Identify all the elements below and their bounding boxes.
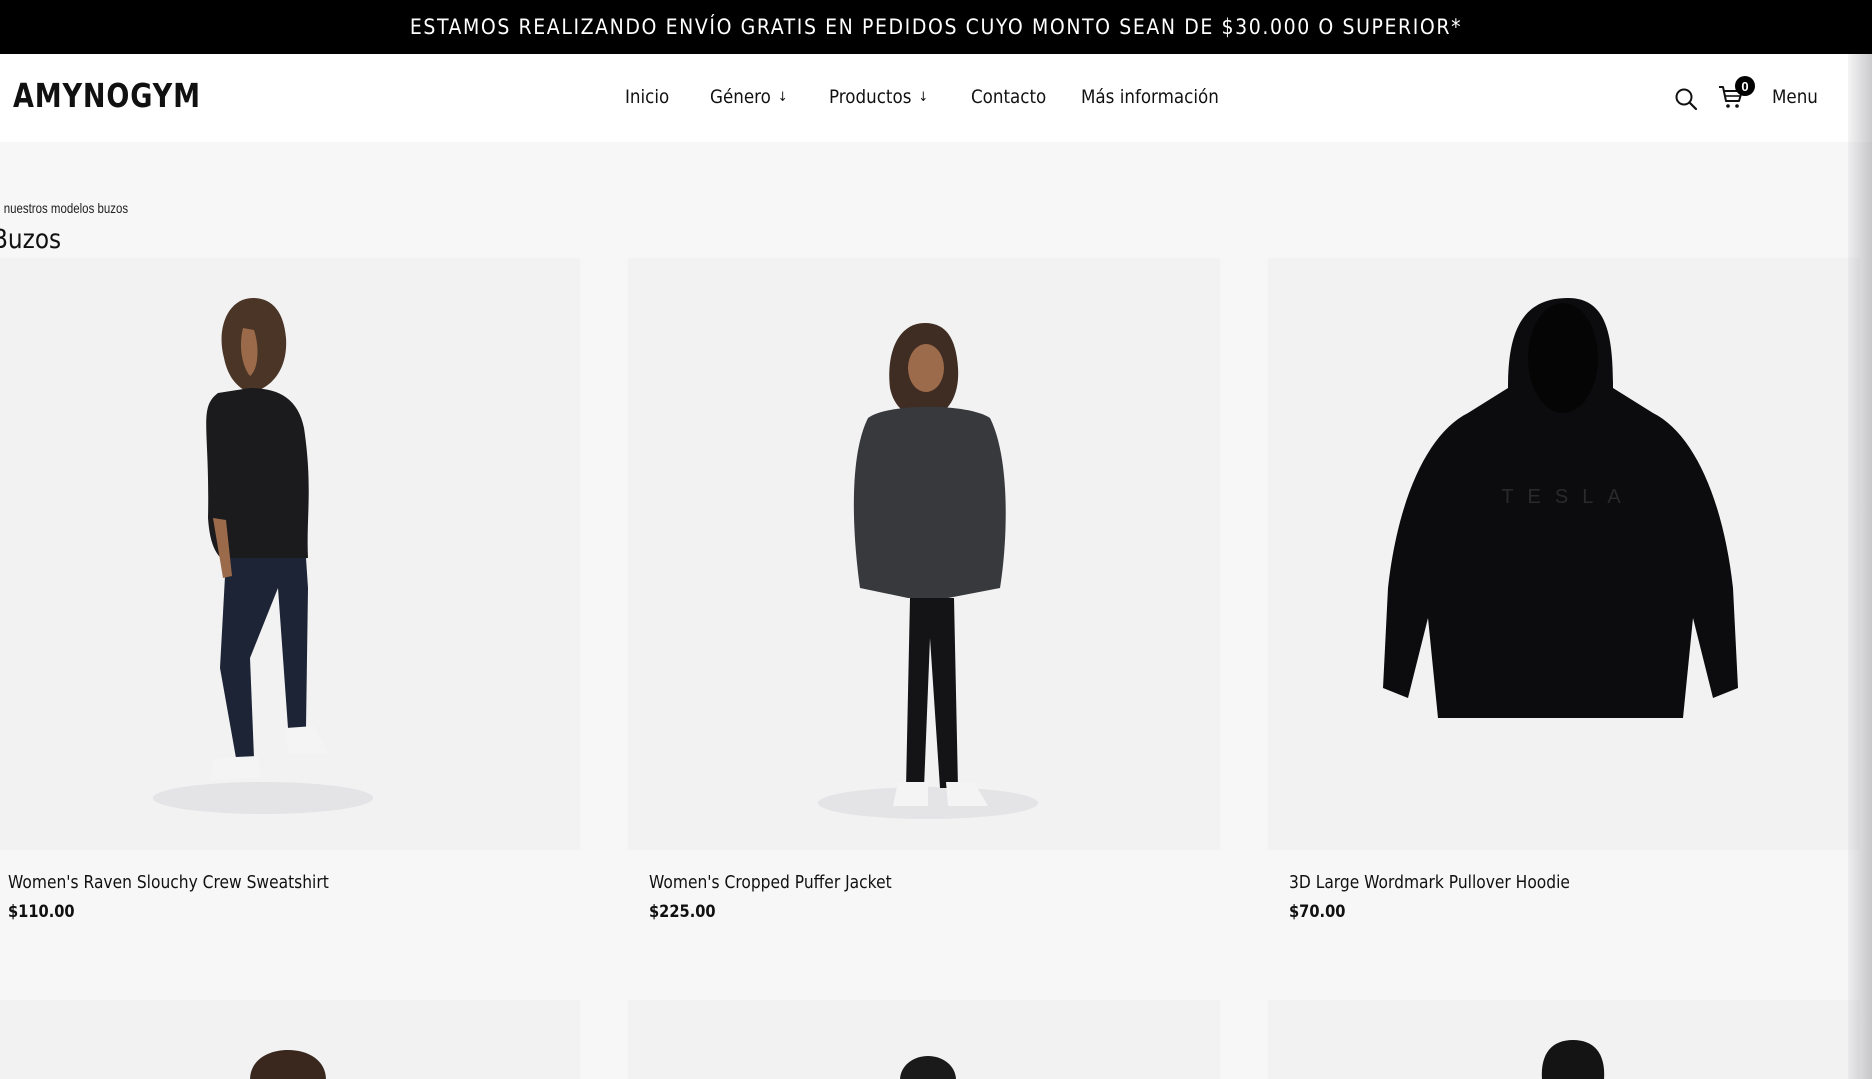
product-image[interactable]: [1268, 1000, 1860, 1079]
announcement-text: ESTAMOS REALIZANDO ENVÍO GRATIS EN PEDID…: [409, 15, 1463, 39]
product-photo-hoodie: TESLA: [1383, 298, 1738, 718]
product-name[interactable]: Women's Cropped Puffer Jacket: [649, 872, 892, 893]
nav-label: Más información: [1081, 86, 1219, 108]
page-title: Buzos: [0, 224, 62, 255]
product-price: $110.00: [8, 902, 75, 922]
nav-mas-informacion[interactable]: Más información: [1081, 86, 1219, 108]
hoodie-print: TESLA: [1501, 486, 1634, 508]
nav-productos[interactable]: Productos ↓: [829, 86, 928, 108]
product-image[interactable]: [628, 1000, 1220, 1079]
product-price: $225.00: [649, 902, 716, 922]
nav-inicio[interactable]: Inicio: [625, 86, 669, 108]
chevron-down-icon: ↓: [918, 89, 929, 105]
product-photo-woman-sweatshirt: [153, 298, 373, 814]
nav-label: Inicio: [625, 86, 670, 108]
product-name[interactable]: Women's Raven Slouchy Crew Sweatshirt: [8, 872, 329, 893]
nav-label: Género: [710, 86, 771, 108]
product-image[interactable]: [628, 258, 1220, 850]
product-photo-partial: [1541, 1040, 1605, 1079]
nav-label: Contacto: [971, 86, 1047, 108]
nav-label: Productos: [829, 86, 912, 108]
section-subtitle: das nuestros modelos buzos: [0, 200, 129, 216]
product-photo-woman-puffer: [818, 323, 1038, 819]
cart-count-badge: 0: [1735, 76, 1755, 96]
product-image[interactable]: [0, 258, 580, 850]
chevron-down-icon: ↓: [777, 89, 788, 105]
product-image[interactable]: TESLA: [1268, 258, 1860, 850]
product-name[interactable]: 3D Large Wordmark Pullover Hoodie: [1289, 872, 1570, 893]
scroll-edge-shadow: [1848, 54, 1872, 1079]
nav-contacto[interactable]: Contacto: [971, 86, 1046, 108]
product-price: $70.00: [1289, 902, 1346, 922]
announcement-bar: ESTAMOS REALIZANDO ENVÍO GRATIS EN PEDID…: [0, 0, 1872, 54]
nav-genero[interactable]: Género ↓: [710, 86, 788, 108]
menu-button[interactable]: Menu: [1772, 86, 1818, 108]
product-image[interactable]: [0, 1000, 580, 1079]
site-header: AMYNOGYM Inicio Género ↓ Productos ↓ Con…: [0, 54, 1872, 142]
site-logo[interactable]: AMYNOGYM: [13, 76, 201, 115]
search-icon[interactable]: [1674, 87, 1698, 111]
product-photo-partial: [900, 1056, 956, 1079]
product-photo-partial: [250, 1050, 326, 1079]
